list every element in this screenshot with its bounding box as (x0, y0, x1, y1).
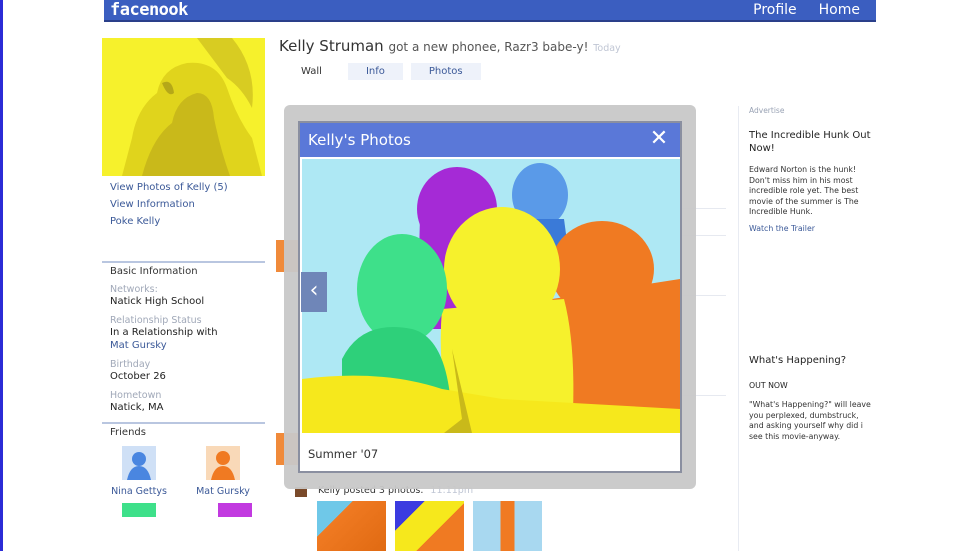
profile-tabs: Wall Info Photos (283, 63, 481, 80)
nav-profile-link[interactable]: Profile (753, 2, 797, 18)
ad1-trailer-link[interactable]: Watch the Trailer (749, 224, 878, 233)
modal-header: Kelly's Photos ✕ (300, 123, 680, 157)
friend-avatar[interactable] (206, 446, 240, 480)
view-photos-link[interactable]: View Photos of Kelly (5) (102, 180, 265, 197)
friend-item[interactable]: Nina Gettys (110, 446, 168, 497)
ad2-subtitle: OUT NOW (749, 381, 788, 390)
photo-thumbnail[interactable] (395, 501, 464, 551)
window-edge (0, 0, 3, 551)
photo-thumbnail[interactable] (317, 501, 386, 551)
profile-header: Kelly Struman got a new phonee, Razr3 ba… (279, 37, 621, 55)
site-logo[interactable]: facenook (110, 0, 188, 20)
photo-thumbnail[interactable] (473, 501, 542, 551)
ad1-title[interactable]: The Incredible Hunk Out Now! (749, 129, 878, 155)
close-icon[interactable]: ✕ (648, 127, 670, 151)
hometown-value: Natick, MA (110, 402, 164, 413)
modal-title: Kelly's Photos (308, 131, 411, 149)
friend-avatar-image (211, 451, 235, 480)
tab-info[interactable]: Info (347, 63, 403, 80)
ads-column: Advertise The Incredible Hunk Out Now! E… (738, 106, 878, 551)
friends-list: Nina Gettys Mat Gursky (102, 446, 265, 497)
advertise-label[interactable]: Advertise (749, 106, 878, 115)
profile-name: Kelly Struman (279, 37, 384, 55)
profile-photo-image (102, 38, 265, 176)
birthday-value: October 26 (110, 371, 166, 382)
status-time: Today (593, 43, 621, 54)
left-column: View Photos of Kelly (5) View Informatio… (102, 38, 265, 517)
chevron-left-icon[interactable]: ‹ (301, 272, 327, 312)
photo-image[interactable] (302, 159, 680, 433)
friend-avatar-image (127, 452, 151, 480)
friend-avatar[interactable] (122, 446, 156, 480)
ad2-title[interactable]: What's Happening? (749, 354, 874, 367)
top-bar: facenook Profile Home (104, 0, 876, 22)
ad2: What's Happening? OUT NOW "What's Happen… (749, 354, 874, 442)
friend-name[interactable]: Nina Gettys (110, 486, 168, 497)
poke-link[interactable]: Poke Kelly (102, 214, 265, 231)
ad1-body: Edward Norton is the hunk! Don't miss hi… (749, 165, 859, 216)
friend-avatar[interactable] (218, 503, 252, 517)
hometown-field: Hometown Natick, MA (102, 390, 265, 414)
relationship-value: In a Relationship with (110, 327, 218, 338)
photo-viewer-modal: Kelly's Photos ✕ Summer '07 (298, 121, 682, 473)
tab-wall[interactable]: Wall (283, 63, 340, 80)
friends-heading: Friends (102, 422, 265, 438)
view-information-link[interactable]: View Information (102, 197, 265, 214)
posted-photos-strip (317, 501, 542, 551)
top-nav: Profile Home (753, 2, 860, 18)
profile-links: View Photos of Kelly (5) View Informatio… (102, 180, 265, 231)
group-photo (302, 159, 680, 433)
networks-field: Networks: Natick High School (102, 284, 265, 308)
networks-label: Networks: (110, 284, 158, 295)
basic-info-heading: Basic Information (102, 261, 265, 277)
friend-item[interactable]: Mat Gursky (194, 446, 252, 497)
hometown-label: Hometown (110, 390, 162, 401)
tab-photos[interactable]: Photos (410, 63, 481, 80)
status-text: got a new phonee, Razr3 babe-y! (388, 40, 589, 54)
networks-value: Natick High School (110, 296, 205, 307)
ad2-body: "What's Happening?" will leave you perpl… (749, 400, 871, 441)
friend-avatar[interactable] (122, 503, 156, 517)
profile-picture[interactable] (102, 38, 265, 176)
friends-list-row2 (102, 503, 265, 517)
relationship-partner-link[interactable]: Mat Gursky (110, 339, 265, 352)
birthday-label: Birthday (110, 359, 151, 370)
relationship-label: Relationship Status (110, 315, 202, 326)
birthday-field: Birthday October 26 (102, 359, 265, 383)
relationship-field: Relationship Status In a Relationship wi… (102, 315, 265, 352)
photo-caption: Summer '07 (308, 447, 379, 461)
nav-home-link[interactable]: Home (819, 2, 860, 18)
friend-name[interactable]: Mat Gursky (194, 486, 252, 497)
